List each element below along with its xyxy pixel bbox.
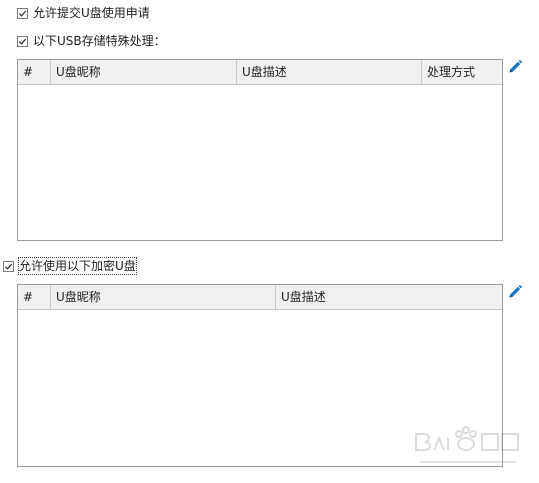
check-icon — [18, 38, 27, 45]
column-header-index[interactable]: # — [18, 285, 51, 309]
usb-special-table[interactable]: # U盘昵称 U盘描述 处理方式 — [17, 59, 503, 241]
special-usb-checkbox[interactable] — [17, 35, 28, 47]
column-header-nickname[interactable]: U盘昵称 — [51, 285, 276, 309]
pencil-icon — [509, 285, 522, 298]
allow-request-label: 允许提交U盘使用申请 — [33, 6, 150, 20]
column-header-action[interactable]: 处理方式 — [422, 60, 502, 84]
column-header-description[interactable]: U盘描述 — [237, 60, 422, 84]
special-usb-checkbox-row[interactable]: 以下USB存储特殊处理： — [17, 33, 166, 49]
watermark-logo — [412, 420, 522, 470]
table-body — [18, 85, 502, 241]
table-header: # U盘昵称 U盘描述 处理方式 — [18, 60, 502, 85]
table-header: # U盘昵称 U盘描述 — [18, 285, 502, 310]
edit-usb-table-button[interactable] — [507, 59, 523, 75]
check-icon — [18, 10, 27, 17]
allow-encrypted-checkbox[interactable] — [3, 260, 14, 272]
allow-encrypted-label: 允许使用以下加密U盘 — [18, 257, 137, 275]
check-icon — [4, 263, 13, 270]
edit-encrypted-table-button[interactable] — [507, 284, 523, 300]
allow-encrypted-checkbox-row[interactable]: 允许使用以下加密U盘 — [3, 257, 137, 275]
column-header-index[interactable]: # — [18, 60, 51, 84]
allow-request-checkbox-row[interactable]: 允许提交U盘使用申请 — [17, 5, 150, 21]
pencil-icon — [509, 60, 522, 73]
special-usb-label: 以下USB存储特殊处理： — [33, 34, 166, 48]
column-header-nickname[interactable]: U盘昵称 — [51, 60, 237, 84]
column-header-description[interactable]: U盘描述 — [276, 285, 502, 309]
allow-request-checkbox[interactable] — [17, 7, 28, 19]
